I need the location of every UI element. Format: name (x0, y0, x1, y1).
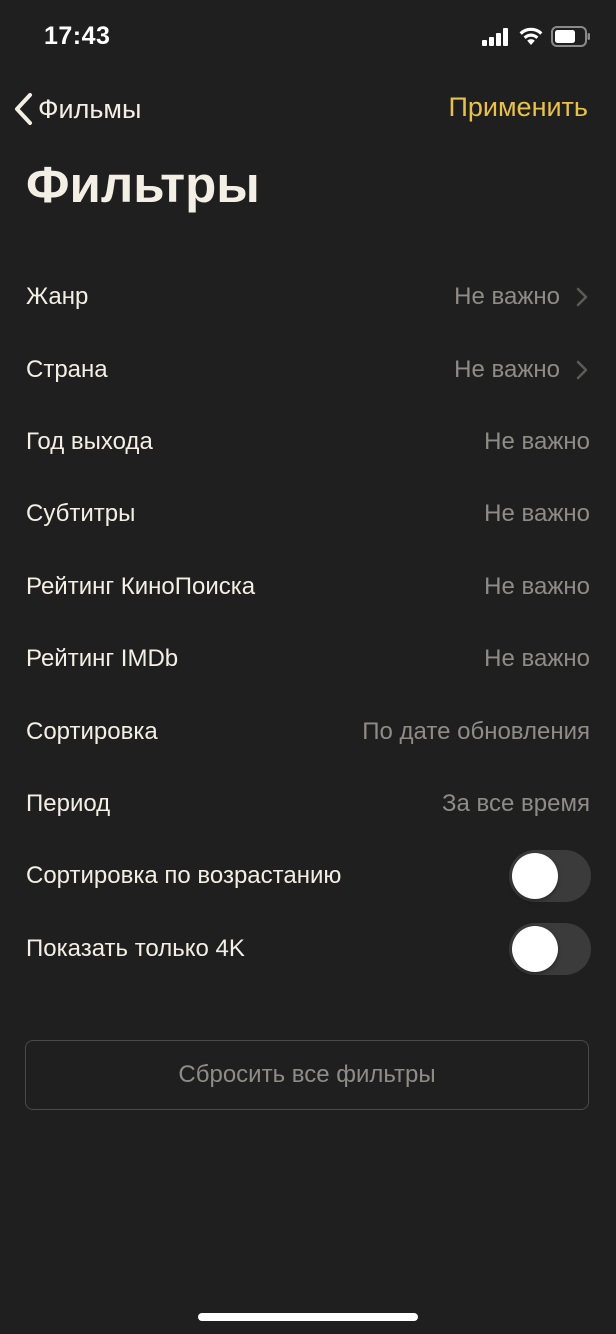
filter-value: Не важно (484, 427, 590, 455)
filter-row-subtitles[interactable]: Субтитры Не важно (0, 478, 616, 550)
apply-button[interactable]: Применить (448, 92, 588, 123)
reset-filters-button[interactable]: Сбросить все фильтры (25, 1040, 589, 1110)
chevron-left-icon (15, 93, 32, 125)
filter-row-genre[interactable]: Жанр Не важно (0, 261, 616, 333)
toggle-label: Сортировка по возрастанию (26, 862, 342, 890)
filter-value: За все время (442, 789, 590, 817)
filter-row-imdb-rating[interactable]: Рейтинг IMDb Не важно (0, 623, 616, 695)
filter-row-year[interactable]: Год выхода Не важно (0, 406, 616, 478)
filter-label: Страна (26, 355, 108, 383)
chevron-right-icon (576, 287, 588, 307)
filter-row-sorting[interactable]: Сортировка По дате обновления (0, 695, 616, 767)
filter-value: Не важно (484, 645, 590, 673)
cellular-signal-icon (482, 28, 510, 46)
filter-row-period[interactable]: Период За все время (0, 768, 616, 840)
filter-label: Субтитры (26, 500, 136, 528)
filter-label: Год выхода (26, 427, 153, 455)
back-button[interactable]: Фильмы (12, 88, 141, 130)
filter-label: Рейтинг IMDb (26, 645, 179, 673)
toggle-knob (512, 853, 558, 900)
status-bar: 17:43 (0, 0, 616, 80)
wifi-icon (519, 27, 543, 45)
home-indicator (198, 1313, 418, 1321)
chevron-right-icon (576, 360, 588, 379)
filter-list: Жанр Не важно Страна Не важно Год выхода… (0, 261, 616, 985)
filter-row-country[interactable]: Страна Не важно (0, 333, 616, 405)
filter-value: По дате обновления (362, 717, 590, 745)
filter-label: Жанр (26, 283, 89, 311)
filter-label: Сортировка (26, 717, 158, 745)
filter-label: Период (26, 789, 111, 817)
toggle-row-ascending: Сортировка по возрастанию (0, 840, 616, 912)
status-time: 17:43 (44, 22, 111, 50)
filter-value: Не важно (484, 500, 590, 528)
page-title: Фильтры (26, 156, 260, 213)
filter-label: Рейтинг КиноПоиска (26, 572, 256, 600)
filter-row-kinopoisk-rating[interactable]: Рейтинг КиноПоиска Не важно (0, 551, 616, 623)
battery-icon (551, 26, 590, 47)
filter-value: Не важно (454, 355, 560, 383)
only-4k-toggle[interactable] (509, 922, 591, 975)
filter-value: Не важно (454, 283, 560, 311)
back-button-label: Фильмы (38, 93, 142, 124)
toggle-knob (512, 925, 558, 972)
toggle-label: Показать только 4K (26, 934, 245, 962)
ascending-sort-toggle[interactable] (509, 850, 591, 903)
filter-value: Не важно (484, 572, 590, 600)
toggle-row-4k: Показать только 4K (0, 913, 616, 985)
